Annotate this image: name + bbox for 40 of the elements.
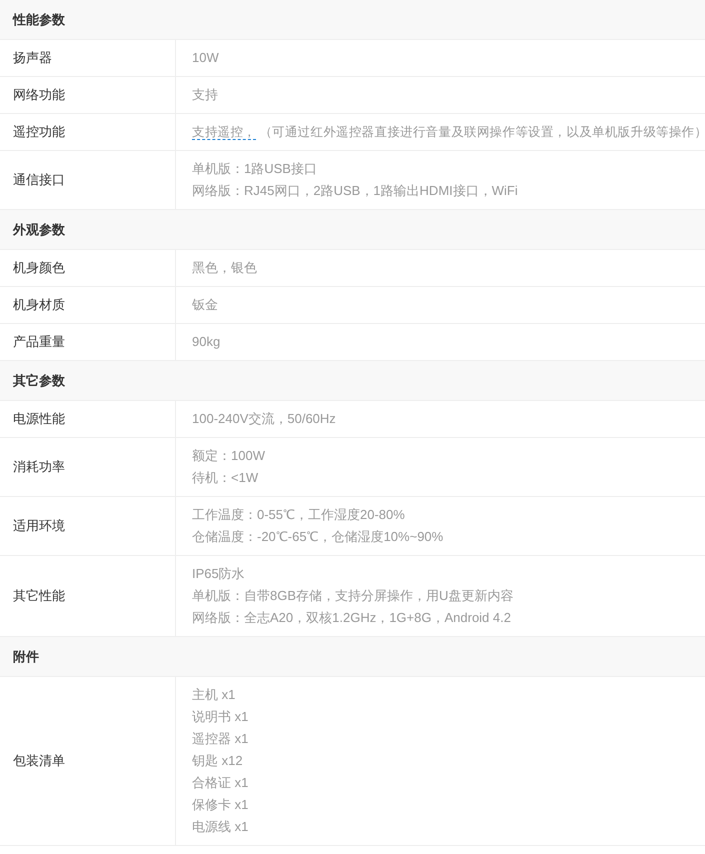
spec-label: 产品重量 [13,333,65,352]
spec-value: 工作温度：0-55℃，工作湿度20-80% [192,506,406,524]
spec-value: 遥控器 x1 [192,730,248,748]
spec-label: 消耗功率 [13,458,65,476]
spec-value: 主机 x1 [192,686,236,704]
section-title: 其它参数 [13,372,65,390]
spec-value: IP65防水 [192,565,246,583]
spec-label: 电源性能 [13,410,65,428]
spec-value: 钣金 [192,296,218,314]
spec-value: 支持遥控， （可通过红外遥控器直接进行音量及联网操作等设置，以及单机版升级等操作） [192,125,705,140]
spec-label: 扬声器 [13,49,52,68]
spec-value: 电源线 x1 [192,818,248,836]
spec-label: 包装清单 [13,752,65,770]
spec-label: 其它性能 [13,587,65,606]
spec-value: 10W [192,49,219,67]
spec-value: 额定：100W [192,447,265,465]
spec-value: 网络版：RJ45网口，2路USB，1路输出HDMI接口，WiFi [192,182,518,200]
spec-value: 仓储温度：-20℃-65℃，仓储湿度10%~90% [192,528,444,546]
spec-value: 单机版：自带8GB存储，支持分屏操作，用U盘更新内容 [192,587,514,605]
spec-value: 单机版：1路USB接口 [192,160,318,178]
spec-value: 合格证 x1 [192,774,248,792]
spec-label: 机身颜色 [13,259,65,278]
spec-value: 黑色，银色 [192,259,257,277]
spec-label: 适用环境 [13,517,65,536]
section-title: 附件 [13,648,39,666]
spec-value: 支持 [192,86,218,104]
section-title: 性能参数 [13,10,65,29]
spec-value: 待机：<1W [192,469,260,487]
spec-label: 通信接口 [13,171,65,190]
remote-control-link[interactable]: 支持遥控， [192,125,256,140]
section-title: 外观参数 [13,220,65,239]
spec-value: 钥匙 x12 [192,752,244,770]
spec-value: 90kg [192,333,220,351]
spec-value: 网络版：全志A20，双核1.2GHz，1G+8G，Android 4.2 [192,609,512,627]
spec-label: 机身材质 [13,296,65,314]
spec-label: 遥控功能 [13,123,65,142]
spec-label: 网络功能 [13,86,65,104]
spec-value: 保修卡 x1 [192,796,248,814]
spec-value: 100-240V交流，50/60Hz [192,410,336,428]
spec-value: 说明书 x1 [192,708,248,726]
